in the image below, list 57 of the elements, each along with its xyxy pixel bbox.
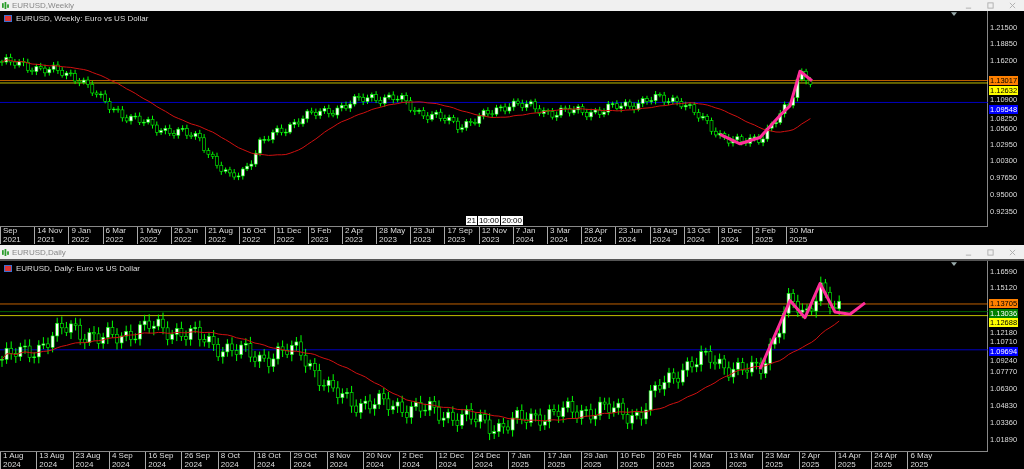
date-label: 4 Mar 2025 bbox=[689, 452, 726, 469]
date-label: 30 Mar 2025 bbox=[786, 227, 821, 244]
date-label: 24 Dec 2024 bbox=[471, 452, 509, 469]
date-label: 7 Jan 2025 bbox=[508, 452, 545, 469]
date-label: 18 Aug 2024 bbox=[649, 227, 684, 244]
chart-symbol-label: EURUSD, Weekly: Euro vs US Dollar bbox=[16, 14, 149, 23]
date-label: 14 Nov 2021 bbox=[34, 227, 69, 244]
date-label: 28 Apr 2024 bbox=[581, 227, 616, 244]
date-label: Sep 2021 bbox=[0, 227, 35, 244]
time-marker: 20:00 bbox=[500, 216, 523, 225]
date-label: 1 Aug 2024 bbox=[0, 452, 37, 469]
date-label: 6 May 2025 bbox=[907, 452, 944, 469]
date-label: 17 Sep 2023 bbox=[444, 227, 479, 244]
date-label: 2 Feb 2025 bbox=[752, 227, 787, 244]
date-label: 29 Oct 2024 bbox=[290, 452, 327, 469]
date-label: 2 Apr 2023 bbox=[341, 227, 377, 244]
time-marker: 10:00 bbox=[477, 216, 500, 225]
date-label: 5 Feb 2023 bbox=[307, 227, 342, 244]
date-label: 8 Nov 2024 bbox=[326, 452, 363, 469]
date-label: 7 Jan 2024 bbox=[512, 227, 547, 244]
date-label: 4 Sep 2024 bbox=[108, 452, 146, 469]
date-label: 11 Dec 2022 bbox=[273, 227, 308, 244]
date-label: 12 Nov 2023 bbox=[478, 227, 513, 244]
date-label: 29 Jan 2025 bbox=[580, 452, 618, 469]
date-label: 10 Feb 2025 bbox=[617, 452, 654, 469]
date-label: 13 Aug 2024 bbox=[36, 452, 73, 469]
date-label: 18 Oct 2024 bbox=[254, 452, 291, 469]
date-label: 26 Jun 2022 bbox=[170, 227, 206, 244]
date-label: 8 Oct 2024 bbox=[217, 452, 255, 469]
date-label: 13 Oct 2024 bbox=[683, 227, 718, 244]
date-label: 23 Jun 2024 bbox=[615, 227, 650, 244]
date-label: 23 Mar 2025 bbox=[762, 452, 799, 469]
date-label: 2 Dec 2024 bbox=[399, 452, 436, 469]
date-label: 23 Aug 2024 bbox=[72, 452, 109, 469]
date-label: 17 Jan 2025 bbox=[544, 452, 581, 469]
window-title: EURUSD,Daily bbox=[12, 247, 66, 257]
date-label: 20 Feb 2025 bbox=[653, 452, 690, 469]
date-label: 28 May 2023 bbox=[376, 227, 411, 244]
date-label: 9 Jan 2022 bbox=[68, 227, 103, 244]
date-label: 23 Jul 2023 bbox=[410, 227, 445, 244]
time-marker: 21 bbox=[466, 216, 477, 225]
date-label: 20 Nov 2024 bbox=[362, 452, 400, 469]
window-title: EURUSD,Weekly bbox=[12, 1, 75, 10]
date-label: 3 Mar 2024 bbox=[547, 227, 582, 244]
chart-symbol-label: EURUSD, Daily: Euro vs US Dollar bbox=[16, 264, 141, 273]
date-label: 1 May 2022 bbox=[136, 227, 171, 244]
date-label: 13 Mar 2025 bbox=[725, 452, 763, 469]
date-label: 26 Sep 2024 bbox=[181, 452, 218, 469]
date-label: 16 Oct 2022 bbox=[239, 227, 274, 244]
date-label: 24 Apr 2025 bbox=[871, 452, 908, 469]
date-label: 8 Dec 2024 bbox=[717, 227, 753, 244]
date-label: 6 Mar 2022 bbox=[102, 227, 137, 244]
date-label: 12 Dec 2024 bbox=[435, 452, 472, 469]
date-label: 2 Apr 2025 bbox=[798, 452, 835, 469]
date-label: 14 Apr 2025 bbox=[834, 452, 872, 469]
date-label: 16 Sep 2024 bbox=[145, 452, 182, 469]
date-label: 21 Aug 2022 bbox=[205, 227, 240, 244]
